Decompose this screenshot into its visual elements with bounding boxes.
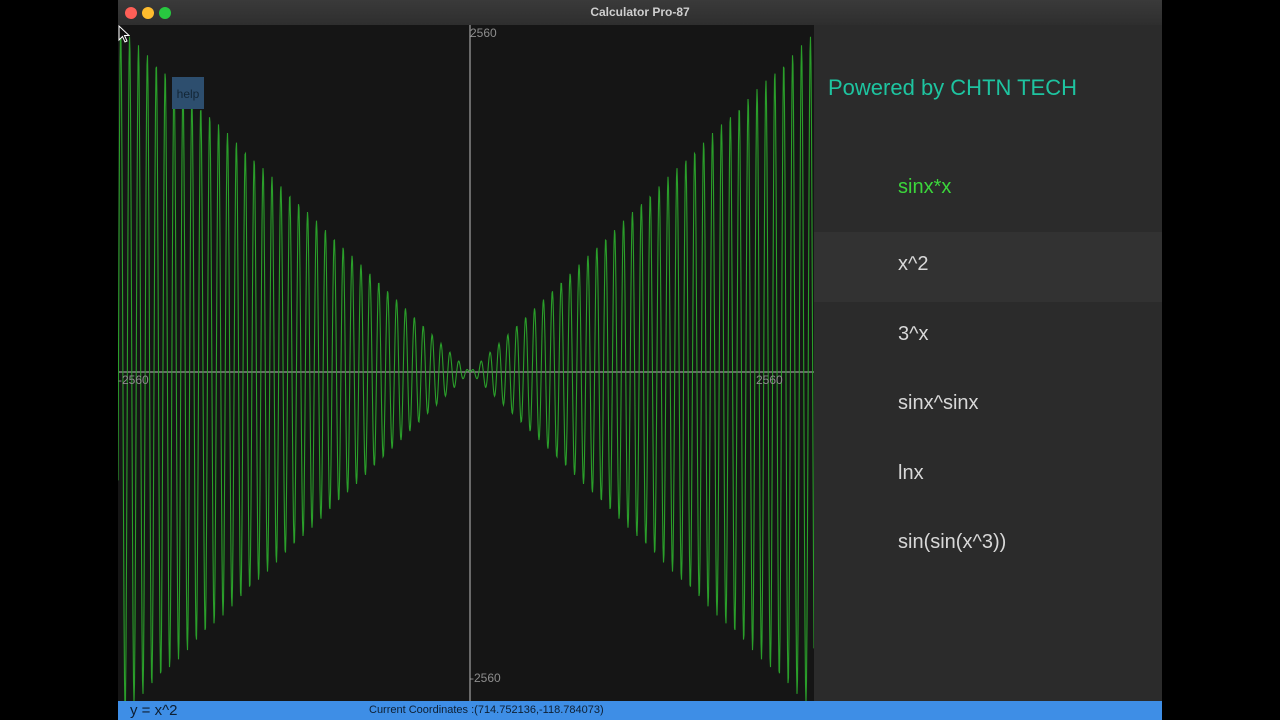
function-label: sinx^sinx bbox=[898, 392, 979, 414]
function-item-sinx-x[interactable]: sinx*x bbox=[814, 155, 1162, 225]
current-equation: y = x^2 bbox=[130, 702, 178, 719]
x-max-label: 2560 bbox=[756, 373, 783, 387]
function-label: x^2 bbox=[898, 253, 929, 275]
graph-canvas[interactable]: 2560 -2560 -2560 2560 help bbox=[118, 25, 814, 701]
x-min-label: -2560 bbox=[118, 373, 149, 387]
window-title: Calculator Pro-87 bbox=[590, 5, 690, 19]
function-item-x-squared[interactable]: x^2 bbox=[814, 232, 1162, 302]
function-sidebar: Powered by CHTN TECH sinx*x x^2 3^x sinx… bbox=[814, 25, 1162, 701]
app-window: Calculator Pro-87 2560 -2560 -2560 2560 … bbox=[118, 0, 1162, 720]
title-bar: Calculator Pro-87 bbox=[118, 0, 1162, 26]
function-item-sinx-power-sinx[interactable]: sinx^sinx bbox=[814, 371, 1162, 441]
function-label: 3^x bbox=[898, 323, 929, 345]
function-curve bbox=[118, 30, 814, 701]
function-label: sinx*x bbox=[898, 176, 952, 198]
function-label: lnx bbox=[898, 462, 924, 484]
graph-plot bbox=[118, 25, 814, 701]
function-item-3-power-x[interactable]: 3^x bbox=[814, 302, 1162, 372]
mouse-pointer-icon bbox=[118, 25, 130, 43]
function-item-lnx[interactable]: lnx bbox=[814, 441, 1162, 511]
y-min-label: -2560 bbox=[470, 671, 501, 685]
help-button[interactable]: help bbox=[172, 77, 204, 109]
powered-by-text: Powered by CHTN TECH bbox=[828, 75, 1077, 100]
function-label: sin(sin(x^3)) bbox=[898, 531, 1007, 553]
y-max-label: 2560 bbox=[470, 26, 497, 40]
status-bar: y = x^2 Current Coordinates :(714.752136… bbox=[118, 701, 1162, 720]
function-item-sin-sin-x-cubed[interactable]: sin(sin(x^3)) bbox=[814, 510, 1162, 580]
current-coordinates: Current Coordinates :(714.752136,-118.78… bbox=[369, 704, 604, 716]
